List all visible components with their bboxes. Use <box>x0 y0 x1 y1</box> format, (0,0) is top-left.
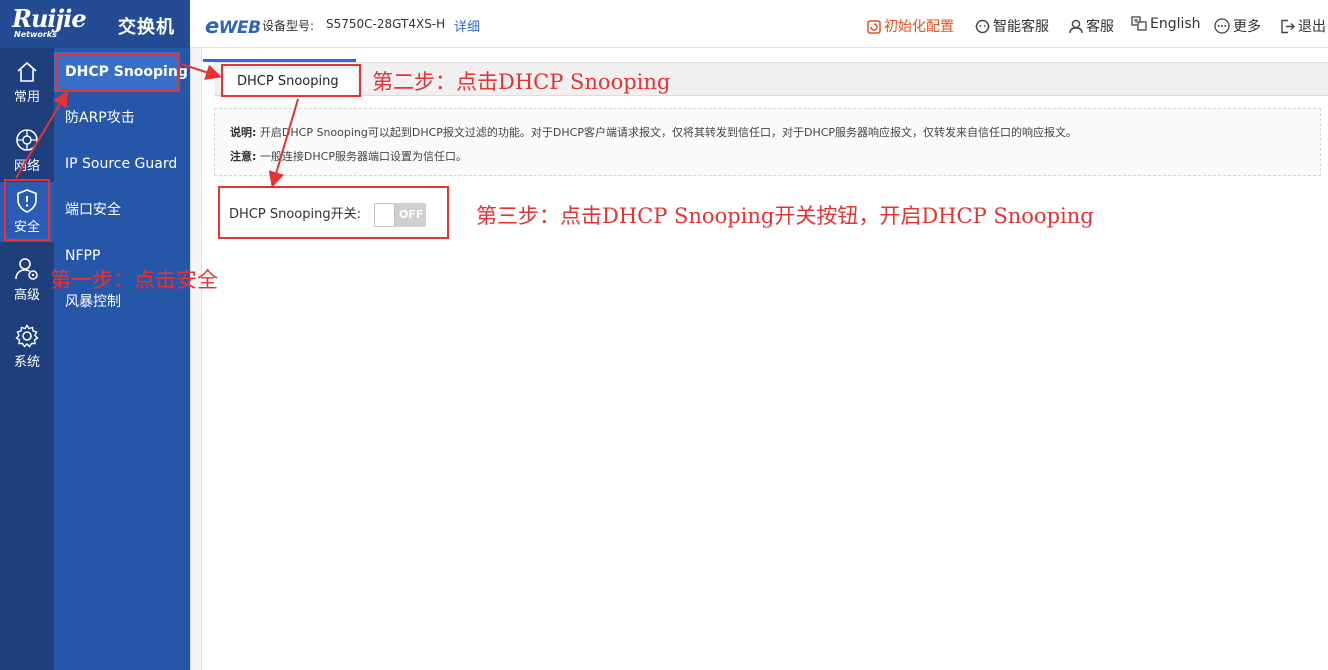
annotation-step2: 第二步：点击DHCP Snooping <box>372 70 671 94</box>
user-icon <box>1069 19 1083 34</box>
annotation-box-switch <box>218 186 449 239</box>
rail-item-advanced[interactable]: 高级 <box>0 250 54 312</box>
info-note: 说明: 开启DHCP Snooping可以起到DHCP报文过滤的功能。对于DHC… <box>214 108 1321 176</box>
annotation-step1: 第一步：点击安全 <box>50 268 218 292</box>
rail-item-label: 高级 <box>13 288 40 303</box>
smart-service-button[interactable]: 智能客服 <box>975 16 1049 36</box>
translate-icon <box>1131 16 1147 31</box>
submenu-item-anti-arp[interactable]: 防ARP攻击 <box>54 98 190 138</box>
device-model-value: S5750C-28GT4XS-H <box>326 17 446 31</box>
language-switch[interactable]: English <box>1131 16 1201 32</box>
smart-service-icon <box>975 19 990 34</box>
more-menu-button[interactable]: 更多 <box>1214 16 1261 36</box>
device-model-label: 设备型号: <box>262 19 315 33</box>
brand-header: Ruijie Networks 交换机 <box>0 0 190 48</box>
annotation-step3: 第三步：点击DHCP Snooping开关按钮，开启DHCP Snooping <box>476 204 1094 228</box>
rail-item-label: 常用 <box>13 90 40 105</box>
rail-item-label: 网络 <box>13 159 40 174</box>
submenu-item-ip-source-guard[interactable]: IP Source Guard <box>54 144 190 184</box>
init-config-button[interactable]: 初始化配置 <box>867 16 954 36</box>
rail-item-common[interactable]: 常用 <box>0 54 54 116</box>
logout-icon <box>1281 19 1295 34</box>
rail-item-label: 系统 <box>13 355 40 370</box>
note-description: 说明: 开启DHCP Snooping可以起到DHCP报文过滤的功能。对于DHC… <box>230 126 1078 139</box>
gear-icon <box>15 324 39 348</box>
top-bar: eWEB 设备型号: S5750C-28GT4XS-H 详细 初始化配置 智能客… <box>190 0 1328 48</box>
device-detail-link[interactable]: 详细 <box>454 16 480 35</box>
home-icon <box>17 61 37 82</box>
network-globe-icon <box>16 129 38 151</box>
init-config-icon <box>867 20 881 34</box>
annotation-box-security <box>4 179 50 241</box>
user-settings-icon <box>15 258 38 280</box>
annotation-box-dhcp-menu <box>56 54 180 91</box>
submenu-item-port-security[interactable]: 端口安全 <box>54 190 190 230</box>
more-dots-icon <box>1214 18 1230 34</box>
logout-button[interactable]: 退出 <box>1280 16 1326 36</box>
rail-item-network[interactable]: 网络 <box>0 121 54 183</box>
customer-service-button[interactable]: 客服 <box>1069 16 1114 36</box>
panel-splitter[interactable] <box>190 48 202 670</box>
secondary-menu: DHCP Snooping 防ARP攻击 IP Source Guard 端口安… <box>54 48 190 670</box>
ruijie-logo: Ruijie Networks <box>12 4 87 40</box>
rail-item-system[interactable]: 系统 <box>0 317 54 379</box>
note-attention: 注意: 一般连接DHCP服务器端口设置为信任口。 <box>230 150 467 163</box>
eweb-logo: eWEB <box>205 14 261 38</box>
app-title: 交换机 <box>118 17 175 38</box>
annotation-box-dhcp-tab <box>221 64 361 97</box>
